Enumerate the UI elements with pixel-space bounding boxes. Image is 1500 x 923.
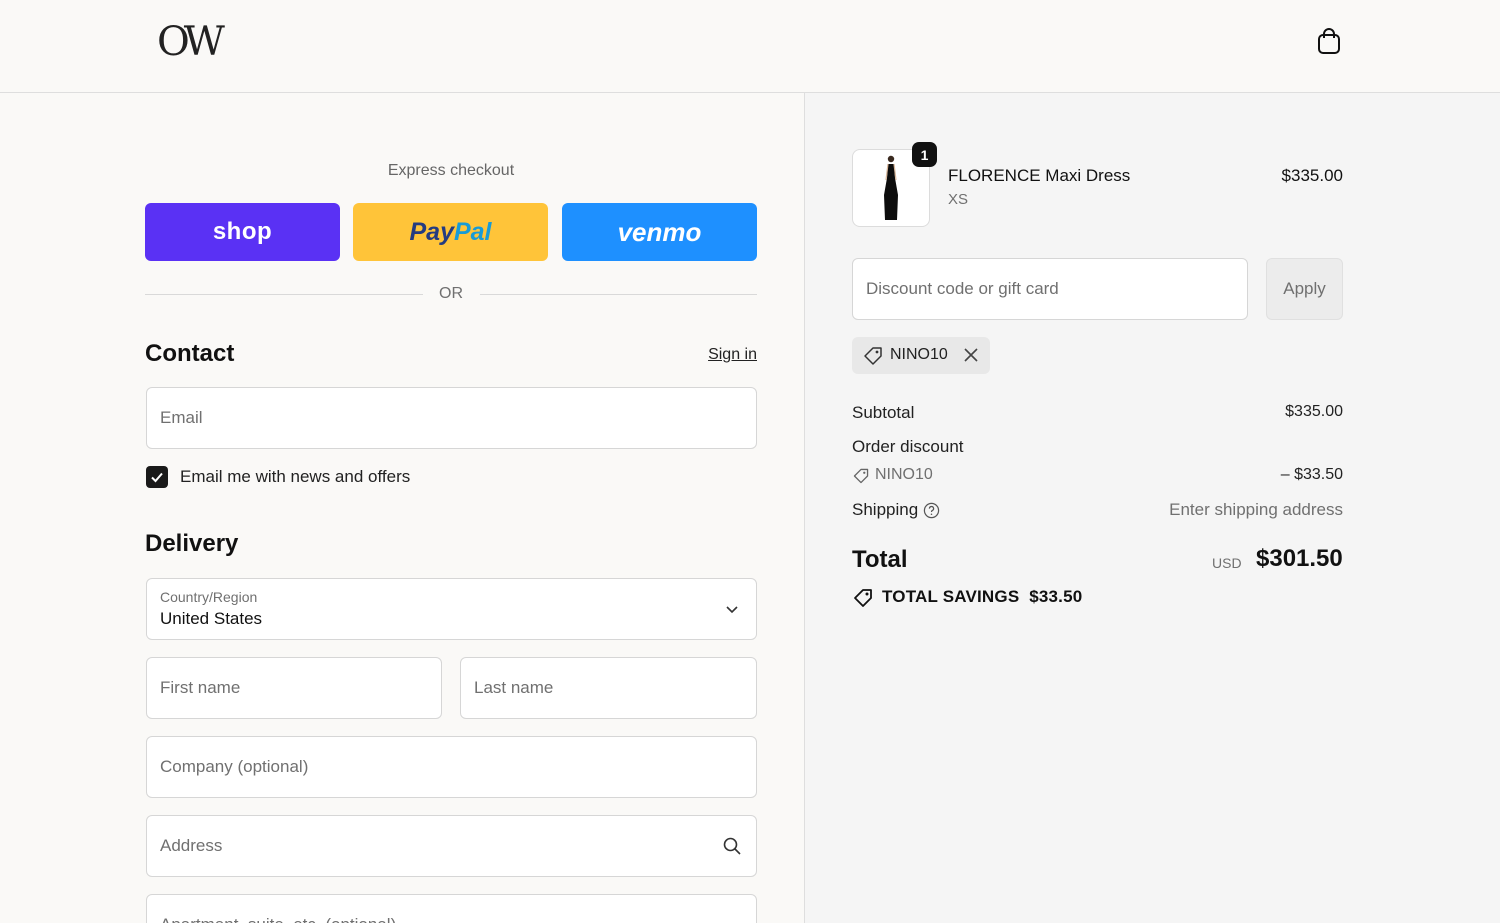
tag-icon bbox=[864, 347, 882, 365]
newsletter-label: Email me with news and offers bbox=[180, 467, 411, 486]
subtotal-value: $335.00 bbox=[1285, 403, 1343, 420]
discount-value: – $33.50 bbox=[1280, 466, 1343, 483]
total-amount: $301.50 bbox=[1256, 545, 1343, 572]
subtotal-label: Subtotal bbox=[852, 403, 915, 422]
apply-label: Apply bbox=[1283, 279, 1326, 298]
help-icon[interactable] bbox=[923, 502, 940, 519]
email-placeholder: Email bbox=[160, 408, 203, 427]
shop-pay-label: shop bbox=[212, 218, 273, 245]
address-placeholder: Address bbox=[160, 836, 223, 855]
country-label: Country/Region bbox=[160, 589, 258, 605]
shipping-value: Enter shipping address bbox=[1169, 500, 1343, 519]
paypal-label-pal: Pal bbox=[453, 217, 492, 246]
checkmark-icon bbox=[151, 472, 163, 483]
last-name-field[interactable]: Last name bbox=[460, 657, 757, 719]
venmo-button[interactable]: venmo bbox=[562, 203, 757, 261]
first-name-placeholder: First name bbox=[160, 678, 241, 697]
country-value: United States bbox=[160, 609, 263, 628]
divider-right bbox=[480, 294, 757, 295]
address-field[interactable]: Address bbox=[146, 815, 757, 877]
total-savings: TOTAL SAVINGS $33.50 bbox=[882, 587, 1082, 607]
or-divider-label: OR bbox=[439, 285, 463, 302]
contact-title: Contact bbox=[145, 340, 235, 367]
applied-code: NINO10 bbox=[890, 346, 948, 363]
first-name-field[interactable]: First name bbox=[146, 657, 442, 719]
email-field[interactable]: Email bbox=[146, 387, 757, 449]
apply-discount-button[interactable]: Apply bbox=[1266, 258, 1343, 320]
order-discount-label: Order discount bbox=[852, 437, 964, 456]
apartment-field[interactable]: Apartment, suite, etc. (optional) bbox=[146, 894, 757, 923]
shipping-label: Shipping bbox=[852, 500, 919, 519]
divider-left bbox=[145, 294, 423, 295]
country-select[interactable]: Country/Region United States bbox=[146, 578, 757, 640]
product-price: $335.00 bbox=[1281, 166, 1343, 185]
discount-code-label: NINO10 bbox=[875, 466, 933, 483]
applied-discount-chip: NINO10 bbox=[852, 337, 990, 374]
delivery-title: Delivery bbox=[145, 530, 239, 557]
product-name: FLORENCE Maxi Dress bbox=[948, 166, 1131, 185]
sign-in-link[interactable]: Sign in bbox=[700, 346, 757, 364]
paypal-button[interactable]: Pay Pal bbox=[353, 203, 548, 261]
shopping-bag-icon[interactable] bbox=[1313, 26, 1345, 58]
chevron-down-icon bbox=[726, 606, 738, 614]
discount-code-field[interactable]: Discount code or gift card bbox=[852, 258, 1248, 320]
total-currency: USD bbox=[1212, 555, 1242, 571]
express-checkout-title: Express checkout bbox=[387, 162, 515, 179]
savings-tag-icon bbox=[854, 589, 872, 607]
savings-label: TOTAL SAVINGS bbox=[882, 587, 1020, 606]
search-icon bbox=[723, 837, 741, 855]
remove-discount-icon[interactable] bbox=[962, 346, 980, 364]
company-placeholder: Company (optional) bbox=[160, 757, 309, 776]
shop-pay-button[interactable]: shop bbox=[145, 203, 340, 261]
store-logo[interactable]: OW bbox=[157, 18, 225, 66]
newsletter-checkbox[interactable] bbox=[146, 466, 168, 488]
total-label: Total bbox=[852, 546, 908, 573]
discount-placeholder: Discount code or gift card bbox=[866, 279, 1059, 298]
venmo-label: venmo bbox=[617, 216, 702, 247]
quantity-badge: 1 bbox=[912, 142, 937, 167]
paypal-label-pay: Pay bbox=[409, 217, 454, 246]
last-name-placeholder: Last name bbox=[474, 678, 554, 697]
apartment-placeholder: Apartment, suite, etc. (optional) bbox=[160, 915, 396, 923]
tag-icon bbox=[853, 468, 869, 484]
company-field[interactable]: Company (optional) bbox=[146, 736, 757, 798]
header: OW bbox=[0, 0, 1500, 93]
savings-value: $33.50 bbox=[1029, 587, 1083, 606]
product-variant: XS bbox=[948, 191, 969, 208]
